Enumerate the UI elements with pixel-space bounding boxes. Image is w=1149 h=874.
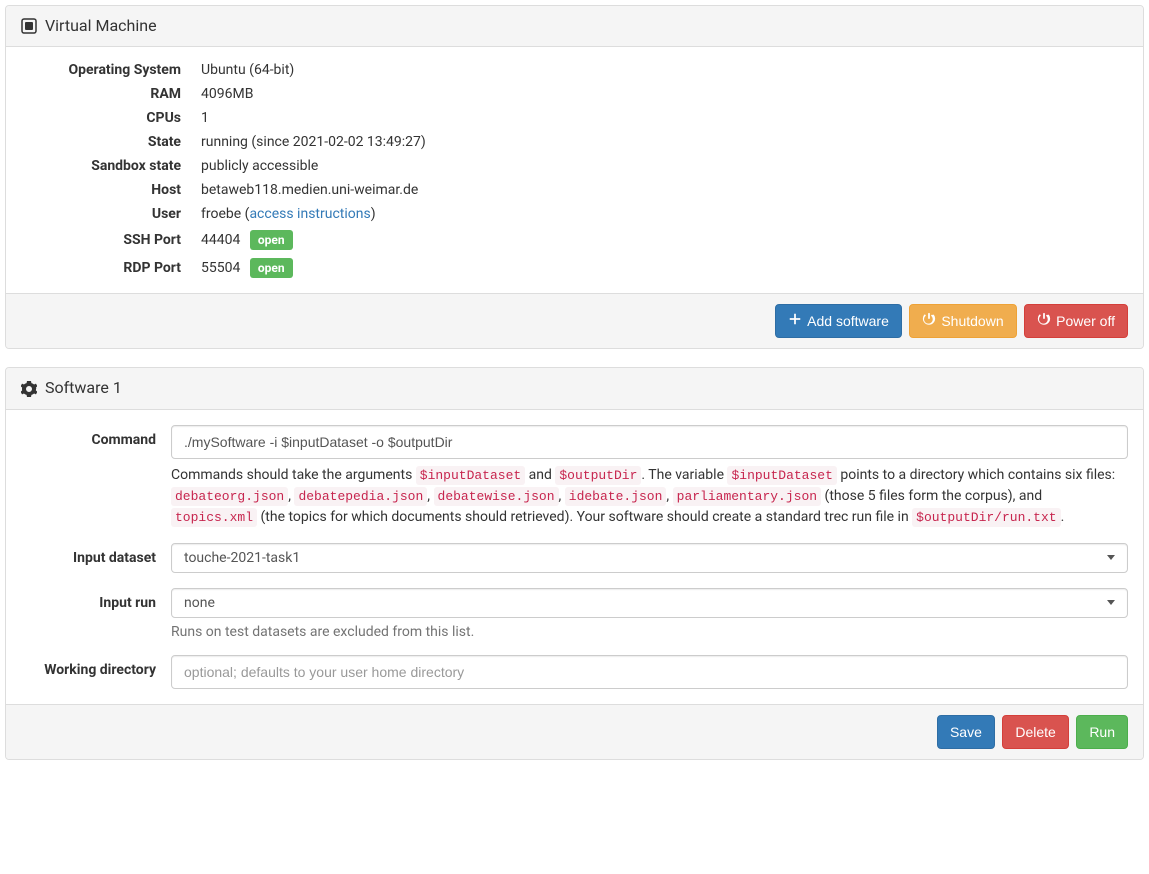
software-panel-header: Software 1 (6, 368, 1143, 409)
input-dataset-select[interactable]: touche-2021-task1 (171, 543, 1128, 573)
os-value: Ubuntu (64-bit) (201, 62, 1128, 78)
rdp-port: 55504 (201, 260, 240, 276)
cpu-value: 1 (201, 110, 1128, 126)
input-run-help: Runs on test datasets are excluded from … (171, 624, 1128, 640)
cpu-label: CPUs (21, 110, 201, 126)
command-input[interactable] (171, 425, 1128, 459)
input-dataset-value: touche-2021-task1 (184, 550, 300, 566)
user-suffix: ) (371, 206, 376, 222)
code-file2: debatepedia.json (294, 487, 427, 506)
sandbox-value: publicly accessible (201, 158, 1128, 174)
access-instructions-link[interactable]: access instructions (249, 206, 370, 222)
code-file3: debatewise.json (434, 487, 559, 506)
shutdown-label: Shutdown (941, 311, 1003, 331)
rdp-label: RDP Port (21, 260, 201, 276)
delete-label: Delete (1015, 722, 1055, 742)
working-directory-label: Working directory (21, 655, 171, 678)
user-prefix: froebe ( (201, 206, 249, 222)
gear-icon (21, 380, 37, 399)
delete-button[interactable]: Delete (1002, 715, 1068, 749)
chevron-down-icon (1107, 555, 1115, 560)
input-run-value: none (184, 595, 215, 611)
ram-value: 4096MB (201, 86, 1128, 102)
shutdown-button[interactable]: Shutdown (909, 304, 1016, 338)
code-file6: topics.xml (171, 508, 257, 527)
code-inputdataset2: $inputDataset (727, 466, 836, 485)
rdp-value: 55504 open (201, 258, 1128, 278)
ssh-label: SSH Port (21, 232, 201, 248)
code-inputdataset: $inputDataset (416, 466, 525, 485)
power-icon (1037, 311, 1051, 331)
vm-details: Operating System Ubuntu (64-bit) RAM 409… (6, 47, 1143, 293)
vm-panel-header: Virtual Machine (6, 6, 1143, 47)
state-label: State (21, 134, 201, 150)
virtual-machine-panel: Virtual Machine Operating System Ubuntu … (5, 5, 1144, 349)
chevron-down-icon (1107, 600, 1115, 605)
ssh-port: 44404 (201, 232, 240, 248)
code-file4: idebate.json (565, 487, 667, 506)
input-run-label: Input run (21, 588, 171, 611)
poweroff-button[interactable]: Power off (1024, 304, 1128, 338)
software-panel-title: Software 1 (45, 378, 122, 397)
ssh-status-badge: open (250, 230, 293, 250)
working-directory-input[interactable] (171, 655, 1128, 689)
code-runfile: $outputDir/run.txt (912, 508, 1060, 527)
run-label: Run (1089, 722, 1115, 742)
vm-panel-title: Virtual Machine (45, 16, 157, 35)
user-value: froebe (access instructions) (201, 206, 1128, 222)
code-file5: parliamentary.json (673, 487, 821, 506)
state-value: running (since 2021-02-02 13:49:27) (201, 134, 1128, 150)
add-software-button[interactable]: Add software (775, 304, 902, 338)
software-panel: Software 1 Command Commands should take … (5, 367, 1144, 759)
host-value: betaweb118.medien.uni-weimar.de (201, 182, 1128, 198)
command-help: Commands should take the arguments $inpu… (171, 465, 1128, 528)
host-label: Host (21, 182, 201, 198)
poweroff-label: Power off (1056, 311, 1115, 331)
save-button[interactable]: Save (937, 715, 995, 749)
power-icon (922, 311, 936, 331)
ssh-value: 44404 open (201, 230, 1128, 250)
vm-icon (21, 17, 37, 36)
save-label: Save (950, 722, 982, 742)
rdp-status-badge: open (250, 258, 293, 278)
command-label: Command (21, 425, 171, 448)
code-outputdir: $outputDir (555, 466, 641, 485)
sandbox-label: Sandbox state (21, 158, 201, 174)
code-file1: debateorg.json (171, 487, 288, 506)
vm-footer: Add software Shutdown Power off (6, 293, 1143, 348)
run-button[interactable]: Run (1076, 715, 1128, 749)
input-run-select[interactable]: none (171, 588, 1128, 618)
add-software-label: Add software (807, 311, 889, 331)
os-label: Operating System (21, 62, 201, 78)
software-footer: Save Delete Run (6, 704, 1143, 759)
input-dataset-label: Input dataset (21, 543, 171, 566)
user-label: User (21, 206, 201, 222)
plus-icon (788, 311, 802, 331)
software-form: Command Commands should take the argumen… (6, 410, 1143, 704)
ram-label: RAM (21, 86, 201, 102)
